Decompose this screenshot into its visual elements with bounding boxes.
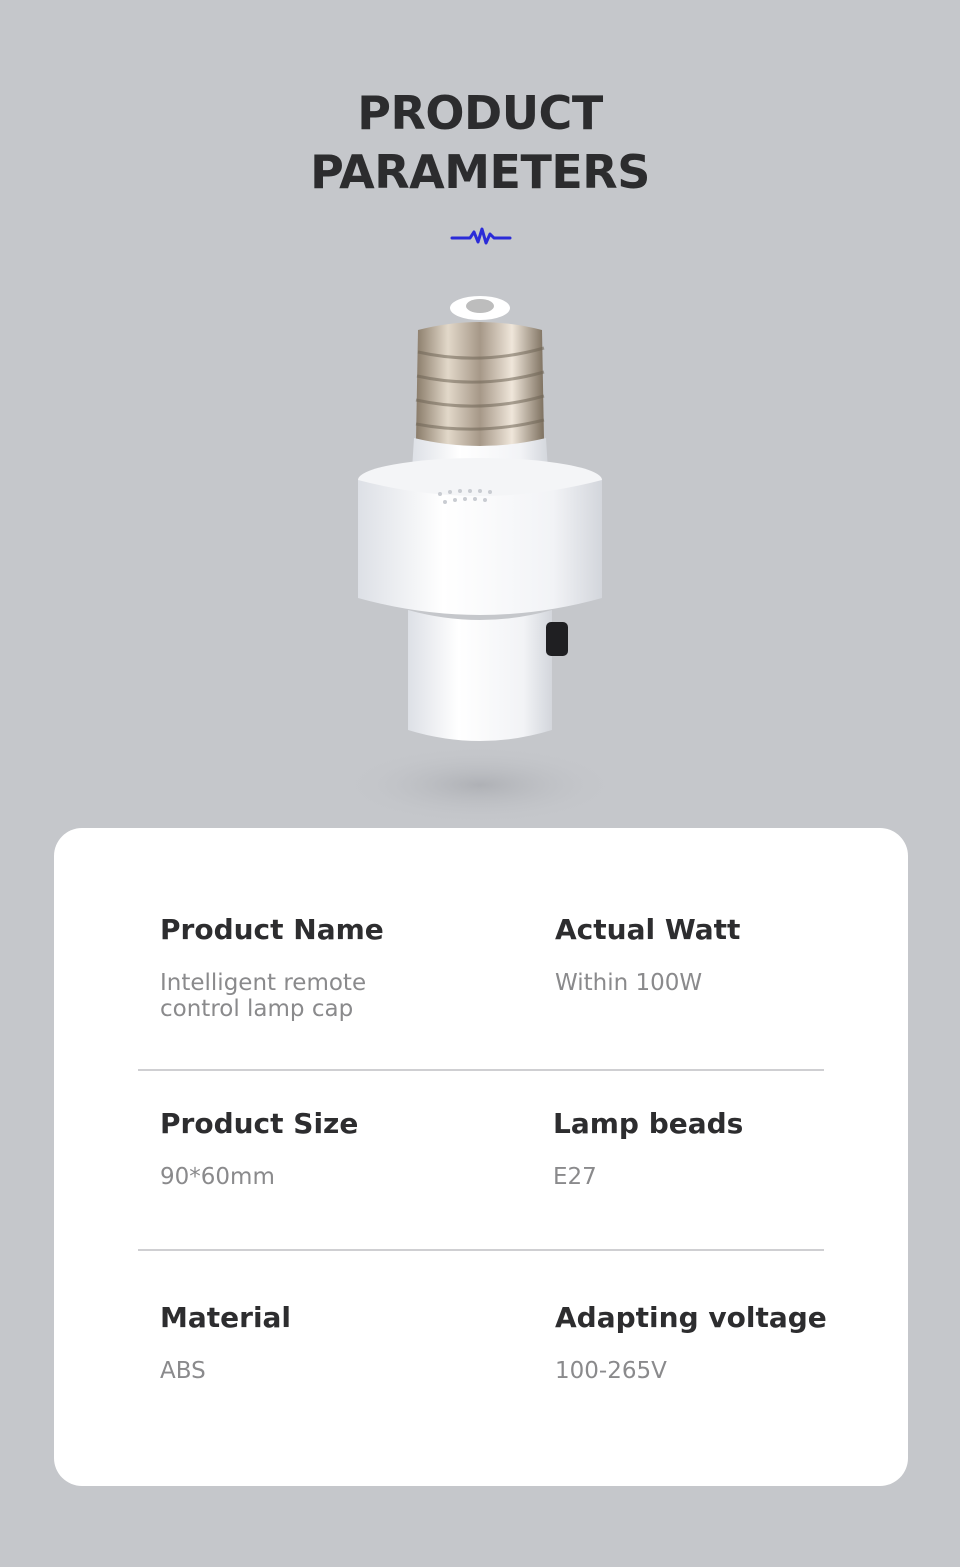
squiggle-wave-icon	[450, 227, 512, 245]
param-value: 100-265V	[555, 1358, 667, 1384]
title-line-1: PRODUCT	[357, 86, 603, 140]
param-label: Actual Watt	[555, 913, 741, 946]
param-value: ABS	[160, 1358, 206, 1384]
param-value: Intelligent remote control lamp cap	[160, 970, 367, 1022]
param-value: E27	[553, 1164, 597, 1190]
param-adapting-voltage: Adapting voltage 100-265V	[555, 1300, 827, 1384]
param-label: Adapting voltage	[555, 1301, 827, 1334]
param-label: Product Name	[160, 913, 384, 946]
lamp-socket-image	[340, 296, 620, 820]
param-actual-watt: Actual Watt Within 100W	[555, 912, 805, 996]
divider	[138, 1249, 824, 1251]
param-value: 90*60mm	[160, 1164, 275, 1190]
param-label: Material	[160, 1301, 292, 1334]
title-line-2: PARAMETERS	[310, 145, 650, 199]
parameters-card: Product Name Intelligent remote control …	[54, 828, 908, 1486]
param-lamp-beads: Lamp beads E27	[553, 1106, 803, 1190]
param-label: Product Size	[160, 1107, 359, 1140]
param-product-size: Product Size 90*60mm	[160, 1106, 410, 1190]
param-label: Lamp beads	[553, 1107, 744, 1140]
param-material: Material ABS	[160, 1300, 410, 1384]
divider	[138, 1069, 824, 1071]
param-product-name: Product Name Intelligent remote control …	[160, 912, 410, 1022]
param-value: Within 100W	[555, 970, 703, 996]
page-title: PRODUCT PARAMETERS	[0, 84, 960, 202]
